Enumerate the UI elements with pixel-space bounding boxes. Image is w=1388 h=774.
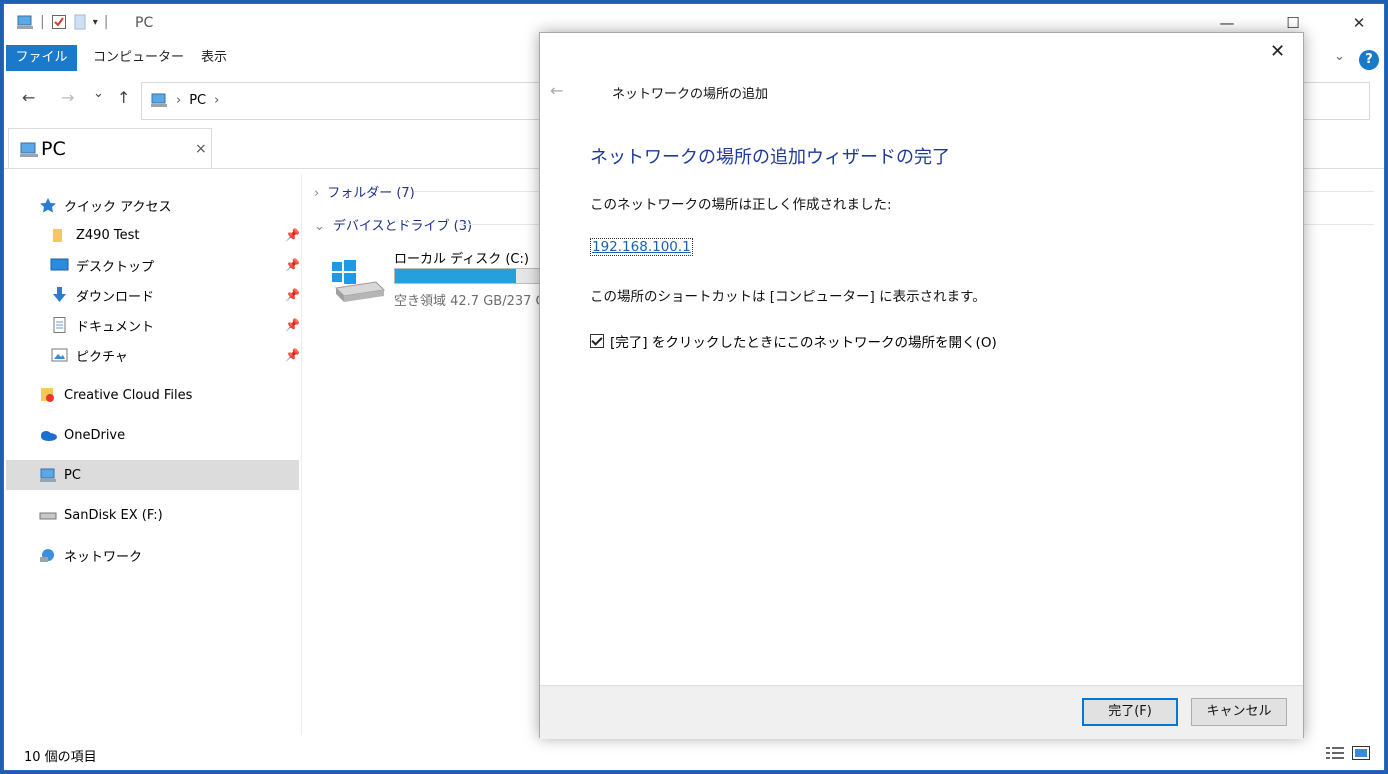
tab-label: PC <box>41 138 66 160</box>
sidebar-item-quick-access[interactable]: クイック アクセス <box>6 190 299 220</box>
group-header-folders[interactable]: › フォルダー (7) <box>314 182 415 201</box>
group-label: デバイスとドライブ (3) <box>332 219 473 234</box>
creative-cloud-icon <box>41 388 54 402</box>
sidebar-item-pictures[interactable]: ピクチャ 📌 <box>6 340 300 370</box>
pc-icon <box>20 142 38 157</box>
window-title: PC <box>135 15 154 31</box>
dialog-created-text: このネットワークの場所は正しく作成されました: <box>590 197 892 213</box>
sidebar-item-label: ネットワーク <box>64 549 143 565</box>
network-icon <box>40 549 54 562</box>
recent-locations-button[interactable]: ⌄ <box>93 86 104 101</box>
pc-icon <box>17 15 33 29</box>
close-button[interactable]: ✕ <box>1336 4 1382 42</box>
new-folder-icon[interactable] <box>73 14 87 30</box>
breadcrumb-pc[interactable]: PC <box>189 93 206 108</box>
help-button[interactable]: ? <box>1359 50 1379 70</box>
status-item-count: 10 個の項目 <box>24 750 97 765</box>
add-network-location-dialog: ✕ ← ネットワークの場所の追加 ネットワークの場所の追加ウィザードの完了 この… <box>539 32 1304 739</box>
pictures-icon <box>51 348 68 362</box>
pin-icon[interactable]: 📌 <box>285 288 300 302</box>
sidebar-item-label: OneDrive <box>64 427 126 443</box>
tab-view[interactable]: 表示 <box>201 45 227 71</box>
sidebar-item-documents[interactable]: ドキュメント 📌 <box>6 310 300 340</box>
sidebar-item-pc[interactable]: PC <box>6 460 299 490</box>
properties-icon[interactable] <box>51 14 67 30</box>
folder-icon <box>53 229 62 242</box>
onedrive-icon <box>41 431 57 441</box>
up-button[interactable]: ↑ <box>117 88 130 107</box>
customize-toolbar-icon[interactable]: ▾ <box>93 17 98 28</box>
tab-file[interactable]: ファイル <box>6 45 77 71</box>
document-icon <box>53 317 66 333</box>
drive-usage-bar <box>394 268 544 284</box>
sidebar-item-label: クイック アクセス <box>64 199 172 215</box>
chevron-down-icon[interactable]: ⌄ <box>314 219 325 234</box>
dialog-shortcut-text: この場所のショートカットは [コンピューター] に表示されます。 <box>590 289 986 305</box>
group-label: フォルダー (7) <box>327 186 415 201</box>
chevron-right-icon[interactable]: › <box>314 186 319 201</box>
tab-computer[interactable]: コンピューター <box>93 45 184 71</box>
pin-icon[interactable]: 📌 <box>285 318 300 332</box>
cancel-button[interactable]: キャンセル <box>1191 698 1287 726</box>
pin-icon[interactable]: 📌 <box>285 348 300 362</box>
sidebar-item-label: SanDisk EX (F:) <box>64 507 163 523</box>
drive-name: ローカル ディスク (C:) <box>394 252 529 267</box>
dialog-heading: ネットワークの場所の追加ウィザードの完了 <box>590 147 950 168</box>
dialog-title: ネットワークの場所の追加 <box>612 87 769 102</box>
chevron-right-icon[interactable]: › <box>214 93 219 108</box>
drive-item-c[interactable]: ローカル ディスク (C:) 空き領域 42.7 GB/237 GB <box>330 248 555 318</box>
sidebar-item-creative-cloud[interactable]: Creative Cloud Files <box>6 380 299 410</box>
drive-free-space: 空き領域 42.7 GB/237 GB <box>394 294 555 309</box>
back-button[interactable]: ← <box>22 88 35 107</box>
sidebar-item-label: Z490 Test <box>76 227 140 243</box>
pin-icon[interactable]: 📌 <box>285 228 300 242</box>
open-location-checkbox-label[interactable]: [完了] をクリックしたときにこのネットワークの場所を開く(O) <box>610 331 997 351</box>
finish-button[interactable]: 完了(F) <box>1082 698 1178 726</box>
pc-icon <box>40 468 56 482</box>
sidebar-item-label: ダウンロード <box>76 289 155 305</box>
sidebar-item-sandisk[interactable]: SanDisk EX (F:) <box>6 500 299 530</box>
group-header-devices[interactable]: ⌄ デバイスとドライブ (3) <box>314 215 472 234</box>
dialog-footer: 完了(F) キャンセル <box>540 685 1303 739</box>
dialog-back-button[interactable]: ← <box>550 81 563 100</box>
sidebar-item-desktop[interactable]: デスクトップ 📌 <box>6 250 300 280</box>
pane-divider[interactable] <box>301 174 302 734</box>
toolbar-separator: | <box>40 14 45 30</box>
large-icons-view-icon[interactable] <box>1352 746 1370 760</box>
dialog-close-button[interactable]: ✕ <box>1270 41 1285 62</box>
desktop-icon <box>50 258 69 271</box>
details-view-icon[interactable] <box>1326 746 1344 760</box>
pc-icon <box>151 93 167 107</box>
chevron-right-icon[interactable]: › <box>176 93 181 108</box>
star-icon <box>40 198 56 213</box>
sidebar-item-onedrive[interactable]: OneDrive <box>6 420 299 450</box>
sidebar-item-label: Creative Cloud Files <box>64 387 193 403</box>
sidebar-item-label: ピクチャ <box>76 349 128 365</box>
usb-drive-icon <box>39 512 57 520</box>
sidebar-item-downloads[interactable]: ダウンロード 📌 <box>6 280 300 310</box>
sidebar-item-label: デスクトップ <box>76 259 155 275</box>
toolbar-separator: | <box>103 14 109 30</box>
open-location-checkbox-row[interactable]: [完了] をクリックしたときにこのネットワークの場所を開く(O) <box>590 331 997 351</box>
network-location-link[interactable]: 192.168.100.1 <box>590 238 693 256</box>
close-tab-button[interactable]: × <box>195 141 207 157</box>
view-toggle <box>1326 746 1370 760</box>
forward-button[interactable]: → <box>61 88 74 107</box>
tab-pc[interactable]: PC × <box>8 128 212 168</box>
breadcrumb: › PC › <box>150 92 219 108</box>
sidebar-item-label: PC <box>64 467 81 483</box>
sidebar-item-z490-test[interactable]: Z490 Test 📌 <box>6 220 300 250</box>
drive-usage-fill <box>395 269 517 283</box>
sidebar-item-network[interactable]: ネットワーク <box>6 540 299 570</box>
quick-access-toolbar: | ▾ | <box>16 14 108 30</box>
open-location-checkbox[interactable] <box>590 334 604 348</box>
navigation-pane: クイック アクセス Z490 Test 📌 デスクトップ 📌 ダウンロード 📌 … <box>4 174 301 734</box>
windows-drive-icon <box>332 260 386 302</box>
pin-icon[interactable]: 📌 <box>285 258 300 272</box>
chevron-down-icon[interactable]: ⌄ <box>1334 49 1345 64</box>
download-icon <box>53 287 66 302</box>
sidebar-item-label: ドキュメント <box>76 319 155 335</box>
